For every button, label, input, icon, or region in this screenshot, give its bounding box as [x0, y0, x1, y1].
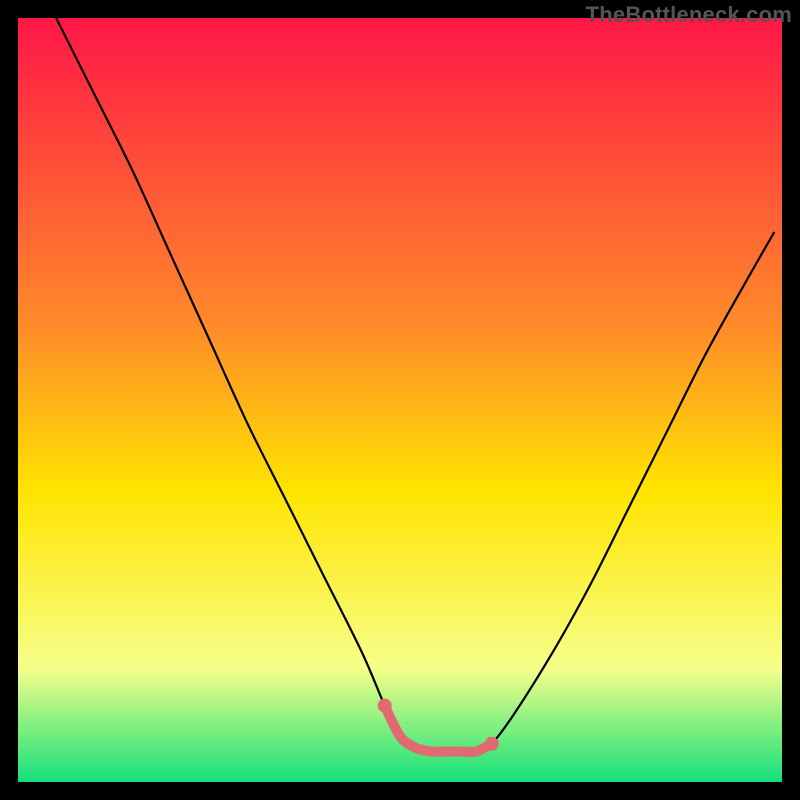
optimal-zone-dot — [441, 746, 451, 756]
optimal-zone-dot — [378, 699, 392, 713]
chart-frame: TheBottleneck.com — [0, 0, 800, 800]
optimal-zone-dot — [395, 731, 405, 741]
optimal-zone-dot — [456, 746, 466, 756]
gradient-background — [18, 18, 782, 782]
chart-svg — [18, 18, 782, 782]
optimal-zone-dot — [485, 737, 499, 751]
optimal-zone-dot — [410, 743, 420, 753]
optimal-zone-dot — [426, 746, 436, 756]
optimal-zone-dot — [471, 746, 481, 756]
plot-area — [18, 18, 782, 782]
attribution-label: TheBottleneck.com — [586, 2, 792, 28]
